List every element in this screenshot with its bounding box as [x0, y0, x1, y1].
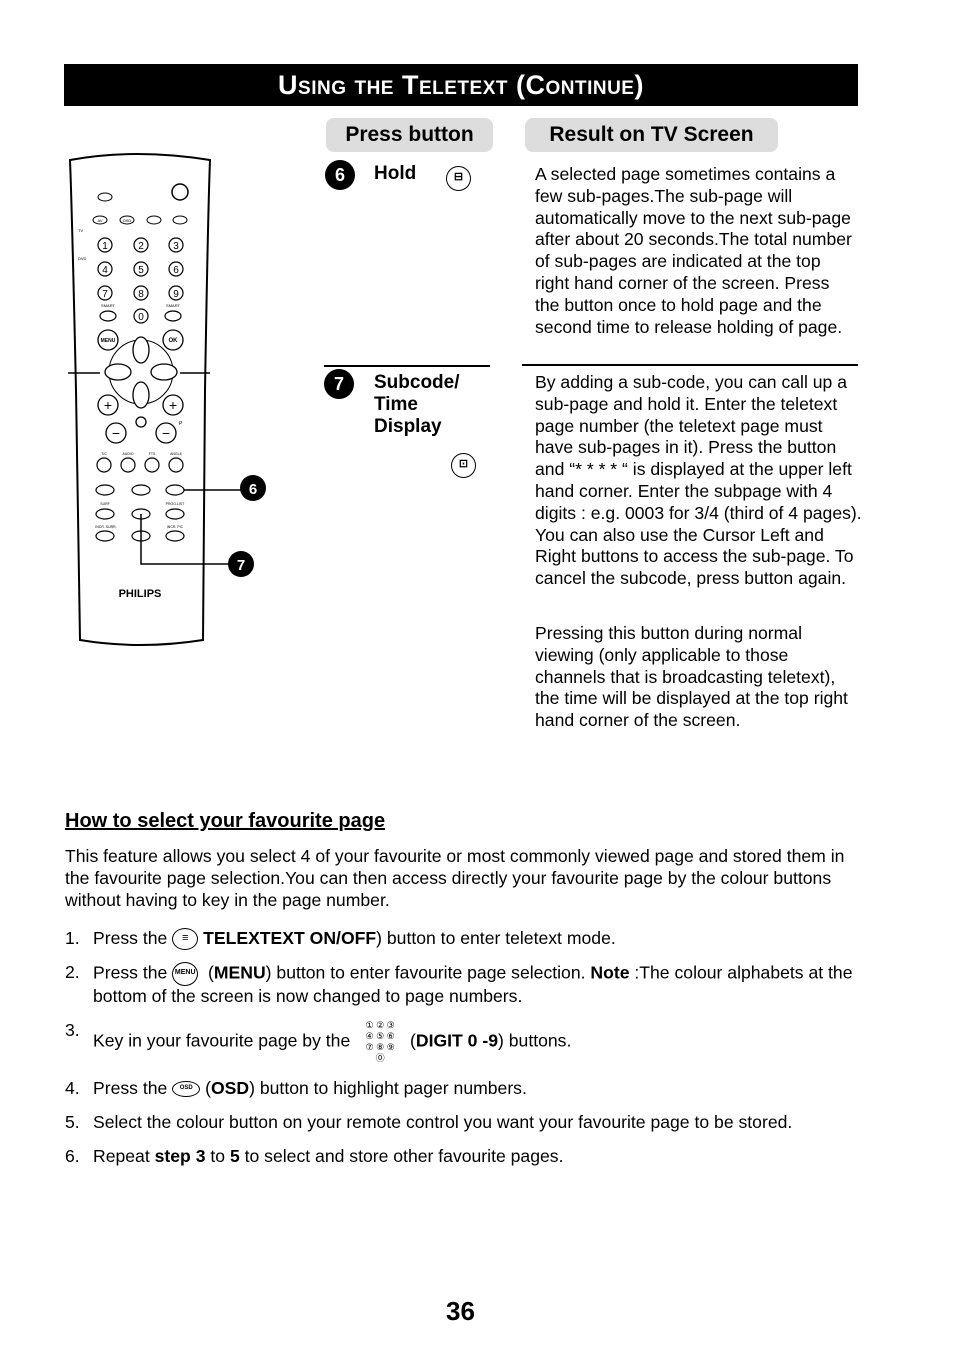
- osd-button: OSD: [123, 218, 132, 223]
- ok-button: OK: [169, 338, 179, 344]
- list-item: 1. Press the ≡ TELEXTEXT ON/OFF) button t…: [65, 928, 875, 951]
- smart-label: SMART: [166, 303, 180, 308]
- digit-keypad-icon: ① ② ③④ ⑤ ⑥⑦ ⑧ ⑨⓪: [365, 1020, 395, 1064]
- incr-pic-label: INCR. PIC: [167, 525, 184, 529]
- digit-2-button: 2: [138, 241, 144, 252]
- philips-logo: PHILIPS: [119, 588, 162, 600]
- surf-label: SURF: [100, 502, 110, 506]
- list-item: 3. Key in your favourite page by the ① ② …: [65, 1020, 572, 1064]
- incr-surr-label: INCR. SURR.: [95, 525, 116, 529]
- digit-6-button: 6: [173, 265, 179, 276]
- svg-text:+: +: [169, 397, 177, 413]
- menu-button: MENU: [101, 338, 116, 344]
- page-number: 36: [446, 1296, 475, 1326]
- tv-label: TV: [78, 228, 83, 233]
- step-7-result-time: Pressing this button during normal viewi…: [535, 623, 848, 731]
- press-button-header: Press button: [326, 118, 493, 152]
- digit-3-button: 3: [173, 241, 179, 252]
- step-6-result: A selected page sometimes contains a few…: [535, 164, 852, 337]
- step-7-result: By adding a sub-code, you can call up a …: [535, 372, 862, 589]
- result-header: Result on TV Screen: [525, 118, 778, 152]
- step-7-number: 7: [324, 369, 354, 399]
- list-item: 5. Select the colour button on your remot…: [65, 1111, 793, 1132]
- fts-label: FTS: [149, 452, 156, 456]
- divider: [324, 365, 490, 367]
- osd-icon: OSD: [172, 1081, 201, 1098]
- favourite-steps: 1. Press the ≡ TELEXTEXT ON/OFF) button t…: [65, 928, 875, 1180]
- list-item: 4. Press the OSD (OSD) button to highligh…: [65, 1078, 527, 1099]
- svg-text:+: +: [104, 397, 112, 413]
- callout-7: 7: [237, 557, 245, 574]
- audio-label: AUDIO: [122, 452, 133, 456]
- hold-button-icon: ⊟: [446, 166, 471, 191]
- angle-label: ANGLE: [170, 452, 183, 456]
- svg-text:−: −: [112, 425, 120, 441]
- prog-list-label: PROG.LIST: [166, 502, 186, 506]
- favourite-heading: How to select your favourite page: [65, 810, 386, 832]
- digit-9-button: 9: [173, 289, 179, 300]
- tc-label: T/C: [101, 452, 107, 456]
- teletext-icon: ≡: [172, 928, 199, 951]
- smart-label: SMART: [101, 303, 115, 308]
- digit-0-button: 0: [138, 312, 144, 323]
- callout-6: 6: [249, 481, 257, 498]
- digit-7-button: 7: [102, 289, 108, 300]
- step-7-label: Subcode/ Time Display: [374, 372, 460, 437]
- digit-8-button: 8: [138, 289, 144, 300]
- av-button: AV: [97, 218, 102, 223]
- remote-control-illustration: AV OSD TV DVD 1 2 3 4 5 6 7 8 9 0 SMART …: [68, 153, 266, 646]
- list-item: 2. Press the MENU (MENU) button to enter …: [65, 962, 853, 1007]
- page-title: Using the Teletext (Continue): [64, 64, 858, 106]
- step-6-number: 6: [325, 160, 355, 190]
- program-label: P: [179, 421, 183, 427]
- subcode-time-button-icon: ⊡: [451, 453, 476, 478]
- favourite-intro: This feature allows you select 4 of your…: [65, 846, 845, 910]
- digit-1-button: 1: [102, 241, 108, 252]
- dvd-label: DVD: [78, 256, 87, 261]
- svg-text:−: −: [162, 425, 170, 441]
- divider: [522, 364, 858, 366]
- power-icon: [171, 183, 189, 201]
- list-item: 6. Repeat step 3 to 5 to select and store…: [65, 1145, 564, 1166]
- menu-icon: MENU: [172, 962, 199, 987]
- digit-5-button: 5: [138, 265, 144, 276]
- digit-4-button: 4: [102, 265, 108, 276]
- step-6-label: Hold: [374, 163, 417, 184]
